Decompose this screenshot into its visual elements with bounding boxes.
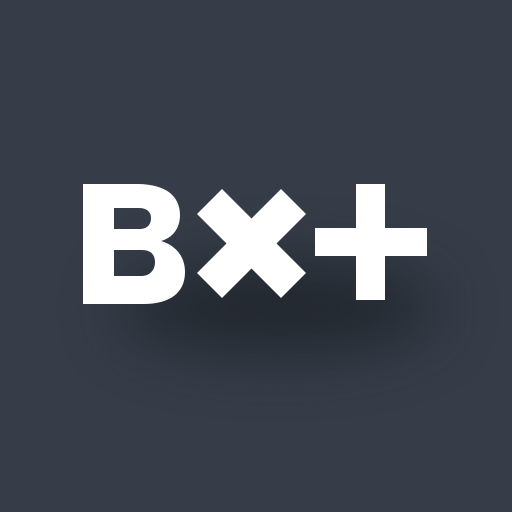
app-icon: Bx+ (0, 0, 512, 512)
bx-plus-logo: Bx+ (83, 184, 433, 304)
bx-plus-logo-icon (83, 184, 427, 304)
brand-text: Bx+ (83, 304, 84, 305)
